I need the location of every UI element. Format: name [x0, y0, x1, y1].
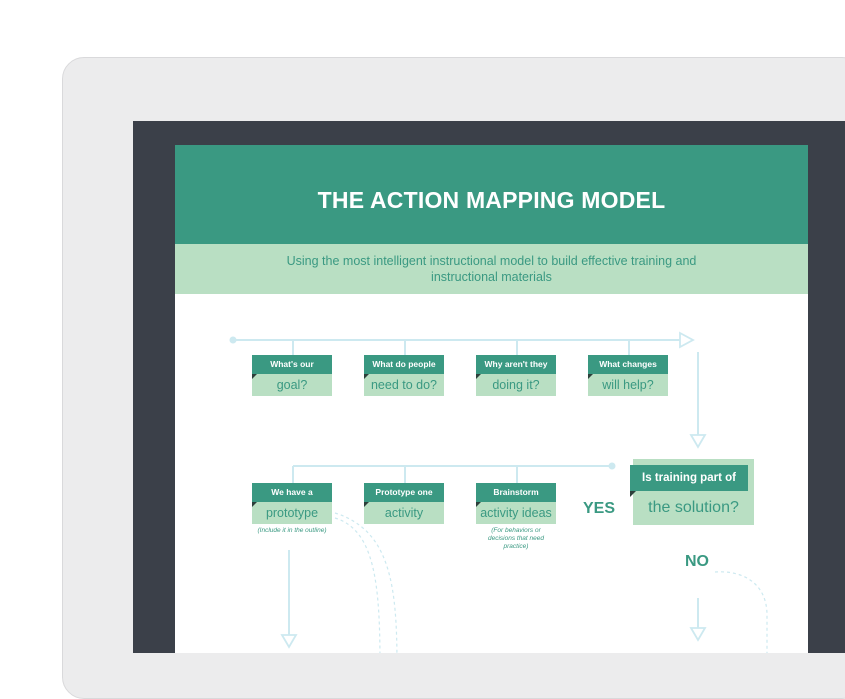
- box-need-to-do-tag: What do people: [364, 355, 444, 374]
- box-prototype-tag: We have a: [252, 483, 332, 502]
- decision-tag: Is training part of: [630, 465, 748, 491]
- no-label: NO: [685, 553, 709, 570]
- box-goal: What's our goal?: [252, 355, 332, 396]
- brainstorm-note: (For behaviors or decisions that need pr…: [487, 527, 544, 550]
- box-brainstorm-main: activity ideas: [480, 506, 552, 520]
- box-what-changes: What changes will help?: [588, 355, 668, 396]
- dashed-curve-inner: [334, 517, 381, 653]
- infographic-document: THE ACTION MAPPING MODEL Using the most …: [175, 145, 808, 653]
- decision-main: the solution?: [648, 499, 739, 516]
- box-activity-tag: Prototype one: [364, 483, 444, 502]
- box-prototype-main: prototype: [265, 506, 319, 520]
- prototype-down-arrowhead: [280, 634, 298, 649]
- dashed-curve-outer: [334, 512, 398, 653]
- box-need-to-do: What do people need to do?: [364, 355, 444, 396]
- decision-arrowhead: [689, 434, 707, 449]
- box-activity: Prototype one activity: [364, 483, 444, 524]
- box-brainstorm-tag: Brainstorm: [476, 483, 556, 502]
- box-brainstorm: Brainstorm activity ideas: [476, 483, 556, 524]
- box-activity-main: activity: [384, 506, 424, 520]
- box-need-to-do-main: need to do?: [370, 378, 438, 392]
- box-prototype: We have a prototype: [252, 483, 332, 524]
- connector-lines: [229, 331, 768, 653]
- screen: THE ACTION MAPPING MODEL Using the most …: [133, 121, 845, 653]
- box-why-not: Why aren't they doing it?: [476, 355, 556, 396]
- box-what-changes-tag: What changes: [588, 355, 668, 374]
- prototype-note: (Include it in the outline): [257, 527, 327, 534]
- box-why-not-main: doing it?: [492, 378, 540, 392]
- box-what-changes-main: will help?: [602, 378, 654, 392]
- decision-box: Is training part of the solution?: [630, 459, 754, 525]
- no-dashed-curve: [714, 571, 768, 653]
- yes-label: YES: [583, 500, 616, 517]
- box-goal-main: goal?: [276, 378, 308, 392]
- box-goal-tag: What's our: [252, 355, 332, 374]
- box-why-not-tag: Why aren't they: [476, 355, 556, 374]
- no-down-arrowhead: [689, 627, 707, 642]
- top-flow-arrowhead: [679, 331, 695, 349]
